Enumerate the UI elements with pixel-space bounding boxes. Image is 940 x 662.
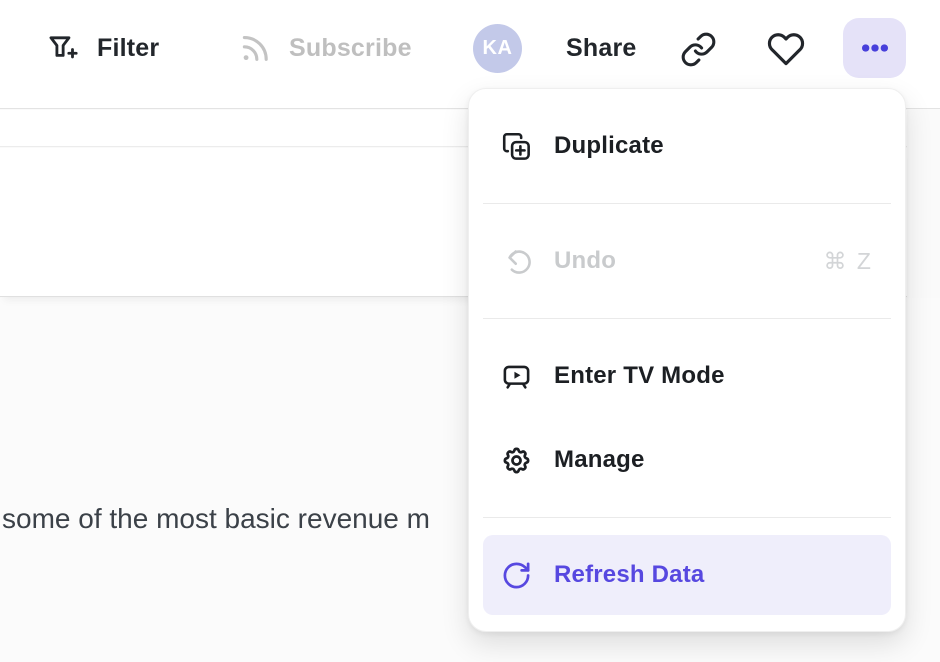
dashboard-text-fragment: some of the most basic revenue m	[2, 503, 430, 535]
subscribe-label: Subscribe	[289, 34, 412, 63]
menu-item-refresh-data[interactable]: Refresh Data	[483, 535, 891, 615]
menu-item-label: Refresh Data	[554, 561, 704, 589]
duplicate-icon	[501, 131, 532, 162]
link-icon	[680, 31, 717, 68]
avatar-initials: KA	[483, 37, 513, 60]
heart-icon	[767, 30, 805, 68]
menu-section: Duplicate	[483, 89, 891, 204]
more-button[interactable]	[843, 18, 906, 78]
gear-icon	[501, 445, 532, 476]
refresh-icon	[501, 560, 532, 591]
menu-section: Refresh Data	[483, 518, 891, 632]
share-label: Share	[566, 34, 636, 63]
subscribe-button[interactable]: Subscribe	[238, 23, 412, 73]
keyboard-shortcut: ⌘ Z	[824, 248, 873, 275]
ellipsis-icon	[858, 31, 892, 65]
copy-link-button[interactable]	[678, 29, 718, 69]
filter-button[interactable]: Filter	[46, 23, 159, 73]
undo-icon	[501, 246, 532, 277]
share-button[interactable]: Share	[566, 23, 636, 73]
menu-item-label: Manage	[554, 446, 645, 474]
favorite-button[interactable]	[766, 29, 806, 69]
avatar[interactable]: KA	[473, 24, 522, 73]
menu-section: Enter TV Mode Manage	[483, 319, 891, 518]
menu-item-manage[interactable]: Manage	[483, 431, 891, 489]
menu-item-undo[interactable]: Undo ⌘ Z	[483, 232, 891, 290]
menu-item-label: Enter TV Mode	[554, 362, 725, 390]
menu-section: Undo ⌘ Z	[483, 204, 891, 319]
menu-item-duplicate[interactable]: Duplicate	[483, 117, 891, 175]
tv-icon	[501, 361, 532, 392]
menu-item-label: Undo	[554, 247, 616, 275]
rss-icon	[238, 31, 272, 65]
menu-item-enter-tv-mode[interactable]: Enter TV Mode	[483, 347, 891, 405]
filter-label: Filter	[97, 34, 159, 63]
menu-item-label: Duplicate	[554, 132, 664, 160]
more-actions-menu: Duplicate Undo ⌘ Z Enter TV M	[468, 88, 906, 632]
filter-plus-icon	[46, 31, 80, 65]
